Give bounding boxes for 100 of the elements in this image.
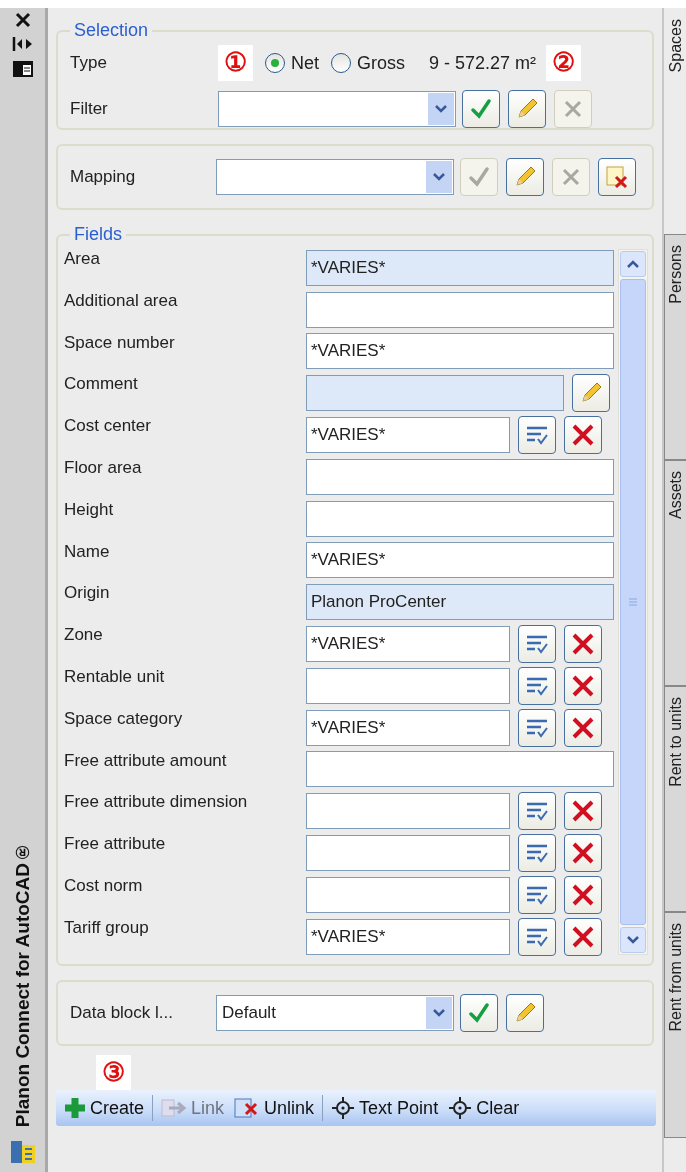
panel-icon xyxy=(11,60,34,78)
remove-button[interactable] xyxy=(564,875,602,914)
side-tab[interactable]: Assets xyxy=(664,460,686,686)
lookup-button[interactable] xyxy=(518,792,556,831)
cross-icon xyxy=(571,673,595,698)
text-field[interactable] xyxy=(306,793,510,830)
chevron-up-icon xyxy=(627,260,639,268)
field-label: Cost norm xyxy=(64,874,144,896)
lookup-button[interactable] xyxy=(518,416,556,455)
pencil-icon xyxy=(515,97,539,121)
text-field[interactable]: Planon ProCenter xyxy=(306,584,614,621)
dropdown-field[interactable] xyxy=(216,159,454,195)
chevron-down-icon xyxy=(433,1009,445,1017)
side-tab[interactable]: Rent to units xyxy=(664,686,686,912)
remove-button[interactable] xyxy=(564,792,602,831)
remove-button[interactable] xyxy=(564,625,602,664)
toolbar-button[interactable]: Unlink xyxy=(230,1092,319,1124)
text-field[interactable]: *VARIES* xyxy=(306,417,510,454)
radio-button[interactable]: Net xyxy=(265,52,319,74)
edit-button[interactable] xyxy=(506,158,544,196)
lookup-button[interactable] xyxy=(518,917,556,956)
cross-icon xyxy=(571,799,595,824)
side-tab[interactable]: Rent from units xyxy=(664,912,686,1138)
side-tab[interactable]: Persons xyxy=(664,234,686,460)
field-label: Data block l... xyxy=(70,1003,174,1023)
text-field[interactable]: *VARIES* xyxy=(306,709,510,746)
lookup-button[interactable] xyxy=(518,875,556,914)
annotation-number: ① xyxy=(218,45,253,81)
field-label: Origin xyxy=(64,582,111,604)
pencil-icon xyxy=(513,165,537,189)
crosshair-icon xyxy=(331,1096,356,1120)
text-field[interactable]: *VARIES* xyxy=(306,626,510,663)
list-icon xyxy=(525,800,549,823)
toolbar-button[interactable]: Text Point xyxy=(327,1092,443,1124)
field-label: Free attribute amount xyxy=(64,749,228,771)
check-icon xyxy=(470,98,492,120)
annotation-number: ② xyxy=(546,45,582,81)
remove-button[interactable] xyxy=(564,917,602,956)
pencil-icon xyxy=(513,1001,537,1025)
field-label: Zone xyxy=(64,624,104,646)
chevron-down-icon xyxy=(433,173,445,181)
text-field[interactable] xyxy=(306,835,510,872)
field-label: Name xyxy=(64,540,111,562)
text-field[interactable]: *VARIES* xyxy=(306,542,614,579)
lookup-button[interactable] xyxy=(518,666,556,705)
grip-icon xyxy=(628,597,638,607)
group-title: Fields xyxy=(73,224,123,245)
text-field[interactable] xyxy=(306,500,614,537)
list-icon xyxy=(525,424,549,447)
cross-icon xyxy=(571,423,595,448)
text-field[interactable] xyxy=(306,667,510,704)
arrow-right-icon xyxy=(161,1098,188,1118)
field-label: Additional area xyxy=(64,289,179,311)
remove-button[interactable] xyxy=(564,708,602,747)
text-field[interactable]: *VARIES* xyxy=(306,333,614,370)
toolbar-button[interactable]: Clear xyxy=(444,1092,524,1124)
cross-icon xyxy=(571,882,595,907)
cross-icon xyxy=(560,166,582,188)
field-label: Free attribute dimension xyxy=(64,791,249,813)
lookup-button[interactable] xyxy=(518,708,556,747)
field-label: Area xyxy=(64,248,101,269)
panel-title: Planon Connect for AutoCAD® xyxy=(11,841,34,1127)
delete-button[interactable] xyxy=(598,158,636,196)
field-label: Tariff group xyxy=(64,916,150,938)
text-field[interactable]: *VARIES* xyxy=(306,918,510,955)
text-field[interactable] xyxy=(306,876,510,913)
dropdown-field[interactable] xyxy=(218,91,456,127)
list-icon xyxy=(525,842,549,865)
scrollbar[interactable] xyxy=(618,249,648,955)
close-icon xyxy=(14,12,31,28)
field-label: Free attribute xyxy=(64,833,167,855)
field-label: Rentable unit xyxy=(64,665,166,687)
toolbar-button[interactable]: Create xyxy=(60,1092,149,1124)
text-field[interactable] xyxy=(306,291,614,328)
remove-button[interactable] xyxy=(564,666,602,705)
plus-icon xyxy=(64,1097,86,1119)
chevron-down-icon xyxy=(627,936,639,944)
apply-button[interactable] xyxy=(460,994,498,1032)
document-cross-icon xyxy=(605,165,629,189)
cross-icon xyxy=(562,98,584,120)
edit-button[interactable] xyxy=(506,994,544,1032)
edit-button[interactable] xyxy=(508,90,546,128)
lookup-button[interactable] xyxy=(518,625,556,664)
annotation-number: ③ xyxy=(96,1054,131,1090)
text-field[interactable]: *VARIES* xyxy=(306,249,614,286)
check-icon xyxy=(468,166,490,188)
edit-button[interactable] xyxy=(572,374,610,413)
crosshair-icon xyxy=(448,1096,473,1120)
radio-button[interactable]: Gross xyxy=(331,52,406,74)
expand-arrows-icon xyxy=(11,36,34,52)
remove-button[interactable] xyxy=(564,834,602,873)
text-field[interactable] xyxy=(306,458,614,495)
text-field[interactable] xyxy=(306,375,564,412)
dropdown-field[interactable]: Default xyxy=(216,995,454,1031)
list-icon xyxy=(525,633,549,656)
remove-button[interactable] xyxy=(564,416,602,455)
lookup-button[interactable] xyxy=(518,834,556,873)
field-label: Height xyxy=(64,498,115,520)
apply-button[interactable] xyxy=(462,90,500,128)
text-field[interactable] xyxy=(306,751,614,788)
